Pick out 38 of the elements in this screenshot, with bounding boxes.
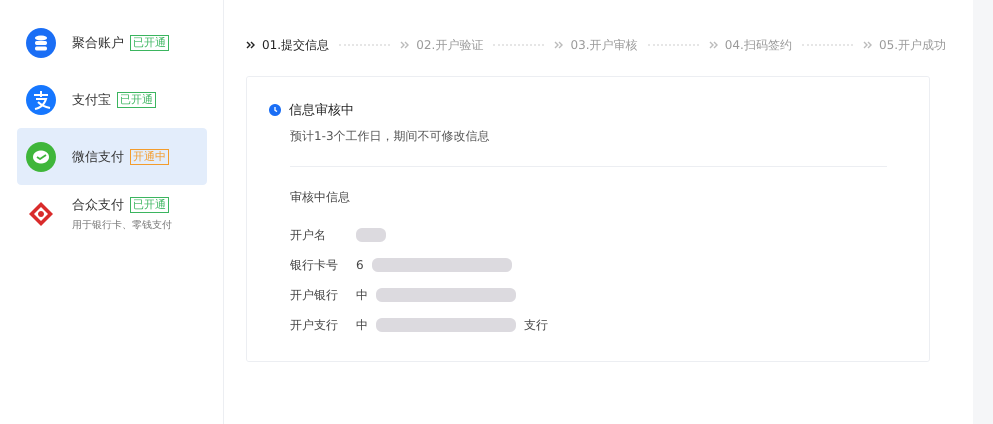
- step-label: 04.扫码签约: [724, 36, 792, 54]
- sidebar-item[interactable]: 微信支付 开通中: [17, 128, 207, 185]
- field-value: 支行: [524, 316, 548, 334]
- account-label: 支付宝: [72, 92, 111, 108]
- field-value: 中: [356, 316, 368, 334]
- status-title: 信息审核中: [289, 102, 354, 119]
- wechat-pay-icon: [26, 142, 56, 172]
- field-value: 6: [356, 258, 364, 272]
- clock-icon: [269, 104, 281, 116]
- section-heading: 审核中信息: [290, 189, 351, 206]
- chevron-icon: [862, 41, 873, 49]
- status-tag: 已开通: [117, 92, 156, 108]
- account-label: 合众支付: [72, 196, 124, 214]
- sidebar-item[interactable]: 合众支付 已开通 用于银行卡、零钱支付: [17, 185, 207, 242]
- sidebar-item[interactable]: 支付宝 已开通: [17, 71, 207, 128]
- status-tag: 开通中: [130, 148, 169, 164]
- field-label: 开户支行: [290, 316, 339, 334]
- field-label: 开户银行: [290, 286, 339, 304]
- step-label: 05.开户成功: [878, 36, 946, 54]
- step-label: 02.开户验证: [416, 36, 484, 54]
- chevron-icon: [554, 41, 564, 49]
- account-note: 用于银行卡、零钱支付: [72, 218, 172, 232]
- sidebar-item[interactable]: 聚合账户 已开通: [17, 14, 207, 71]
- database-icon: [26, 28, 56, 58]
- step-label: 03.开户审核: [570, 36, 638, 54]
- status-description: 预计1-3个工作日，期间不可修改信息: [290, 128, 491, 145]
- field-label: 银行卡号: [290, 256, 339, 274]
- field-label: 开户名: [290, 226, 327, 244]
- status-tag: 已开通: [130, 34, 169, 50]
- chevron-icon: [708, 41, 719, 49]
- chevron-icon: [400, 41, 410, 49]
- chevron-icon: [246, 41, 256, 49]
- step-label: 01.提交信息: [262, 36, 330, 54]
- status-tag: 已开通: [130, 196, 169, 212]
- alipay-icon: [26, 84, 56, 114]
- field-value: 中: [356, 286, 368, 304]
- account-label: 聚合账户: [72, 34, 124, 52]
- account-label: 微信支付: [72, 148, 124, 166]
